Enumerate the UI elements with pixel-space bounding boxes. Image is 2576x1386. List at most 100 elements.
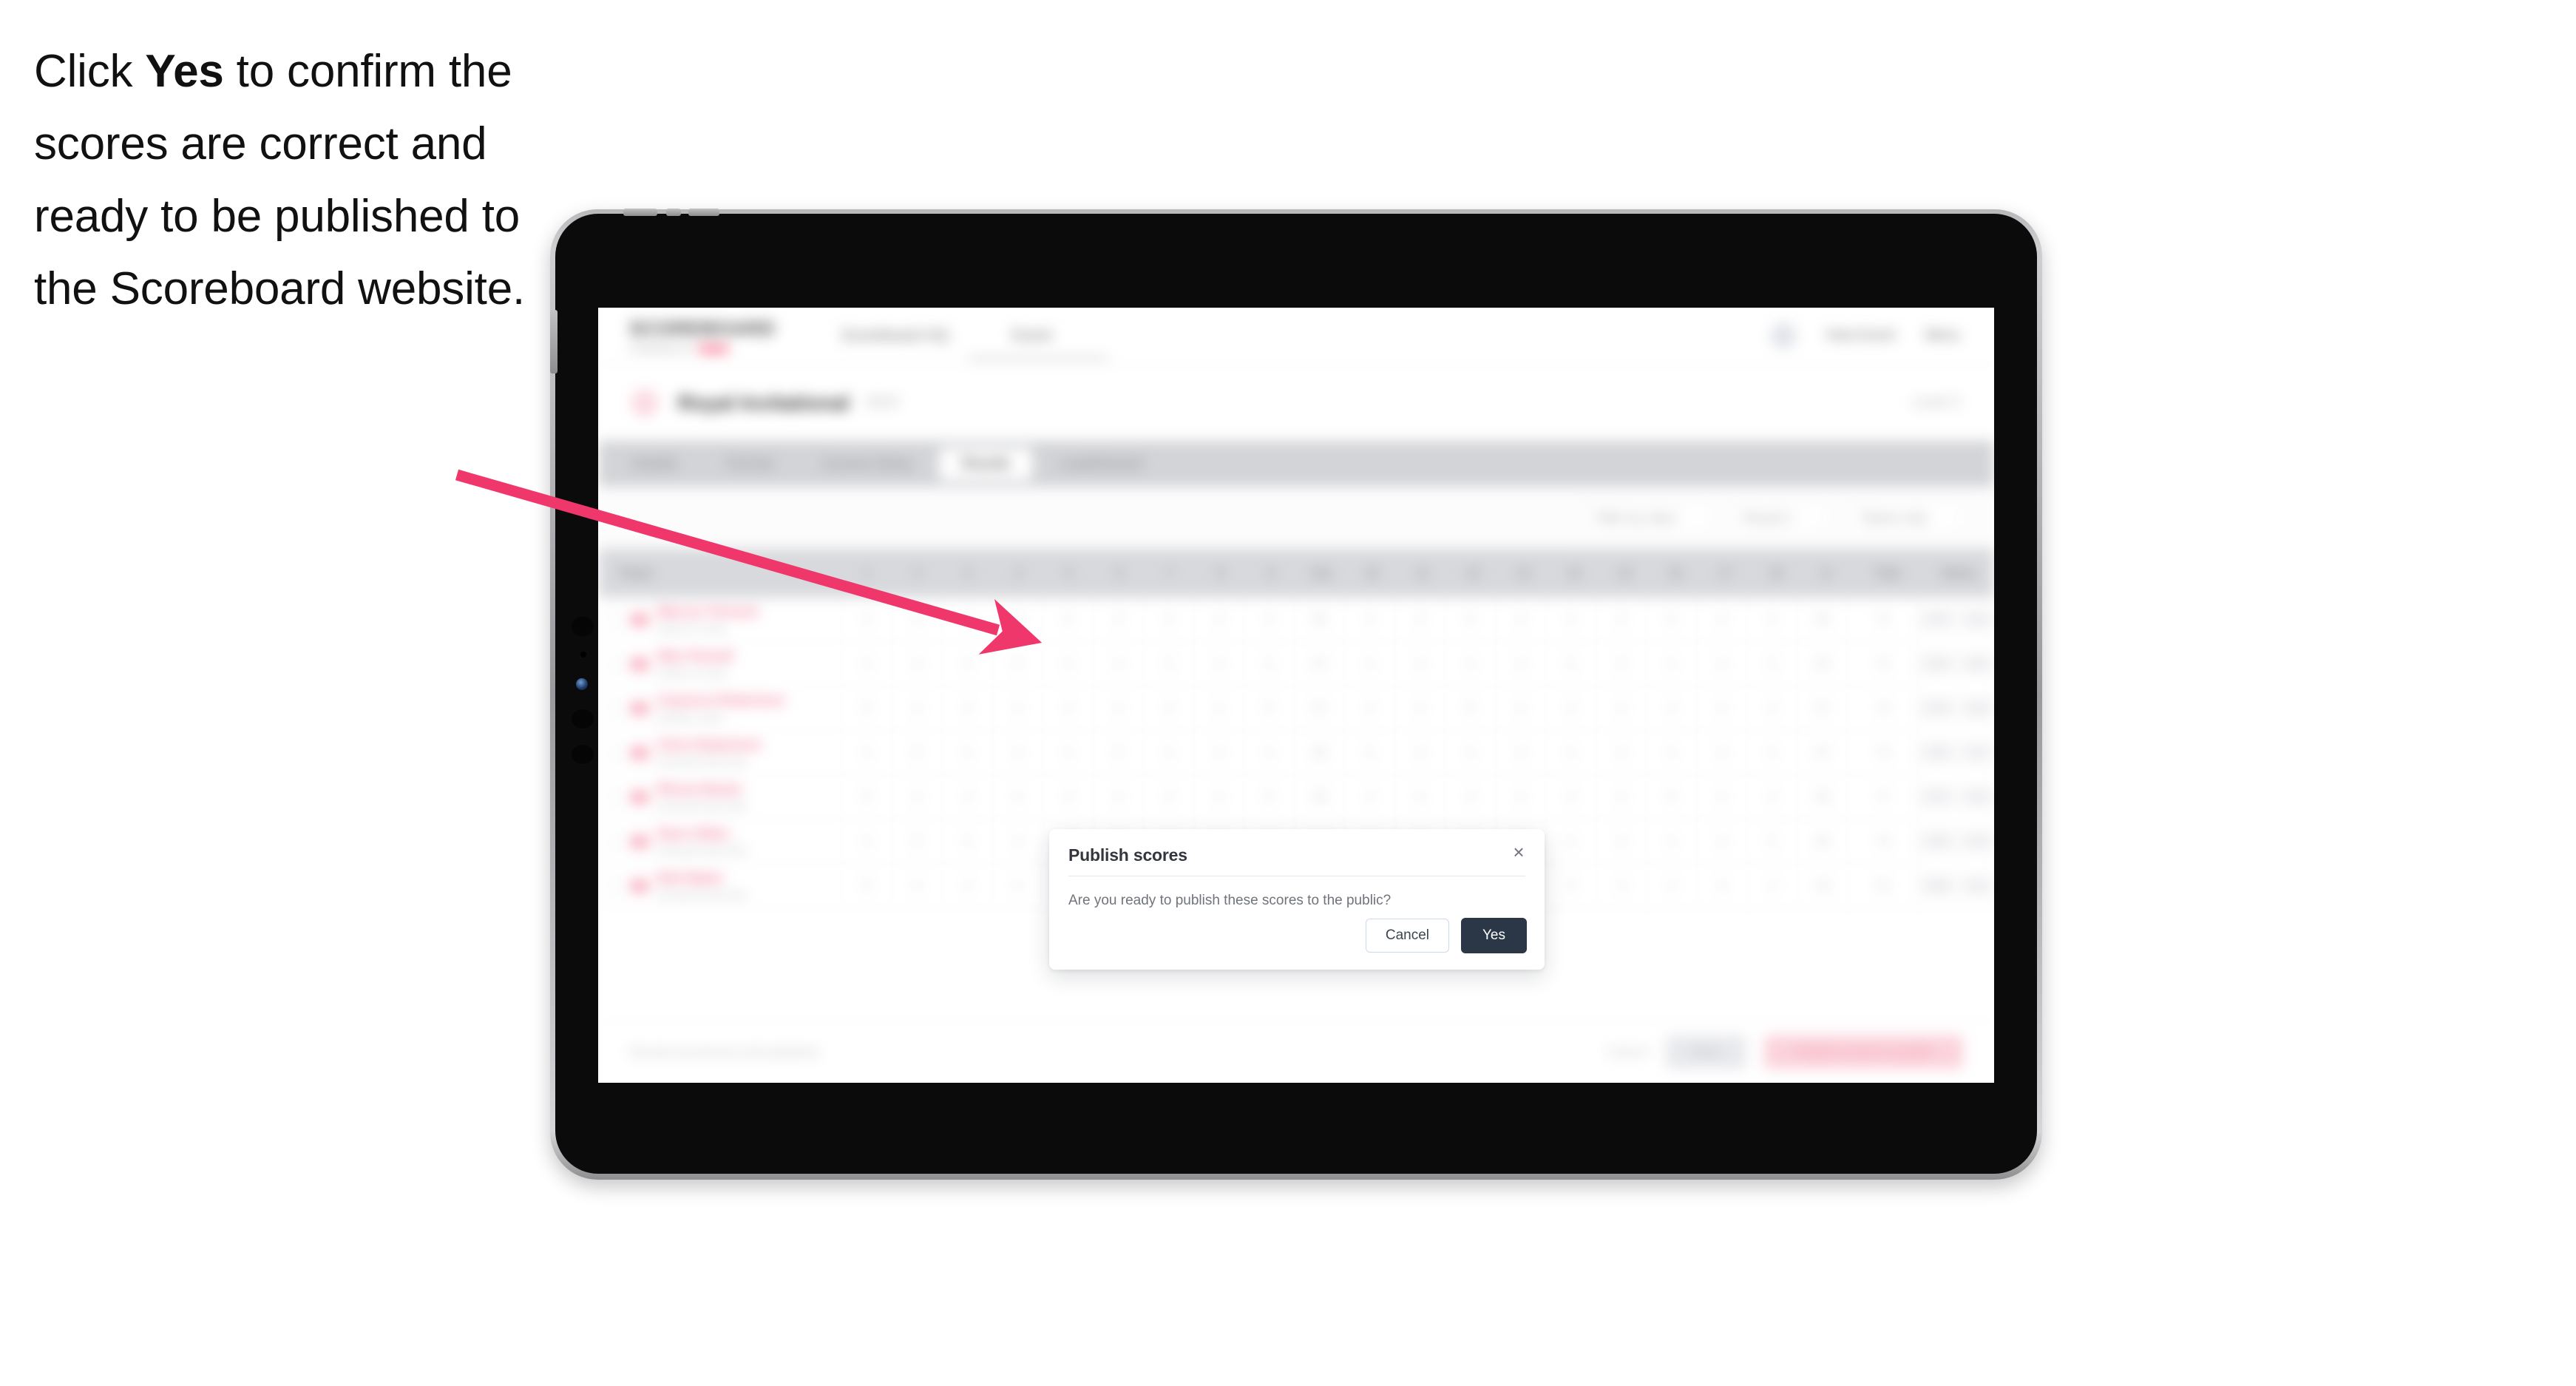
row-checkbox[interactable] xyxy=(606,655,622,672)
volume-up-button[interactable] xyxy=(666,209,681,216)
caption-before: Click xyxy=(34,46,146,97)
score-cell: 4 xyxy=(1596,731,1647,774)
score-cell: 4 xyxy=(1647,819,1697,863)
event-year: 2024 xyxy=(865,394,899,410)
topnav-link-scoreboard-hq[interactable]: Scoreboard HQ xyxy=(841,327,949,345)
out-total-cell: 39 xyxy=(1295,775,1345,819)
power-button[interactable] xyxy=(623,209,657,216)
row-checkbox[interactable] xyxy=(606,700,622,717)
score-cell: 4 xyxy=(1747,731,1797,774)
tablet-device: SCOREBOARD POWERED BY Scoreboard HQ Even… xyxy=(550,209,2042,1180)
brand-subtitle-text: POWERED BY xyxy=(629,343,695,354)
score-cell: 5 xyxy=(1747,819,1797,863)
score-cell: 4 xyxy=(1345,686,1395,730)
flag-icon xyxy=(631,657,648,670)
score-cell: 4 xyxy=(1194,775,1244,819)
player-club: Kinnoull Golf Club xyxy=(657,755,747,768)
player-cell: Rhona Bowie Kinnoull Golf Club xyxy=(598,775,842,819)
row-checkbox[interactable] xyxy=(606,611,622,628)
table-row[interactable]: Cameron Robertson Dunbar Links 5 4 4 4 4 4 4 3 5 37… xyxy=(598,686,1994,731)
score-cell: 4 xyxy=(1395,731,1445,774)
table-row[interactable]: Marcus Tennent Hazel Ct Club 4 5 3 4 5 3 4 4 4 36 4 3… xyxy=(598,598,1994,642)
score-cell: 4 xyxy=(1043,642,1094,686)
flag-icon xyxy=(631,746,648,759)
tab-details[interactable]: Details xyxy=(610,448,699,480)
footer-save-button[interactable]: Save xyxy=(1665,1035,1746,1069)
table-row[interactable]: Chris Robertson Kinnoull Golf Club 4 5 4 4 4 5 4… xyxy=(598,731,1994,775)
score-cell: 4 xyxy=(892,642,943,686)
row-checkbox[interactable] xyxy=(606,877,622,894)
column-header: 13 xyxy=(1499,549,1550,598)
indicator-led-icon xyxy=(576,678,588,690)
score-cell: 5 xyxy=(892,598,943,641)
in-total-cell: 40 xyxy=(1798,864,1848,907)
status-badge: +81 xyxy=(1919,876,1956,895)
topnav-view-event-link[interactable]: View Event xyxy=(1826,328,1896,344)
avatar[interactable] xyxy=(1770,323,1796,348)
tablet-screen: SCOREBOARD POWERED BY Scoreboard HQ Even… xyxy=(598,308,1994,1083)
score-cell: 4 xyxy=(842,819,892,863)
score-cell: 5 xyxy=(1244,775,1295,819)
column-header: 14 xyxy=(1549,549,1600,598)
flag-icon xyxy=(631,613,648,626)
player-cell: Bob Baker Kinnoull Golf Club xyxy=(598,864,842,907)
score-cell: 4 xyxy=(842,598,892,641)
event-level-badge: Level 3 xyxy=(1912,394,1961,410)
footer-note: Results provisional until published xyxy=(629,1044,819,1059)
column-header: Status xyxy=(1923,549,1994,598)
topnav-link-event[interactable]: Event xyxy=(1012,327,1052,345)
filter-label: Round 1 xyxy=(1743,510,1794,525)
score-cell: 4 xyxy=(1596,775,1647,819)
footer-publish-button[interactable]: Publish scores to public xyxy=(1763,1035,1963,1069)
score-cell: 5 xyxy=(1395,775,1445,819)
table-row[interactable]: Wyn Parnell Hazel Ct Club 4 4 4 5 4 4 3 4 5 37 4 4 4 4 5… xyxy=(598,642,1994,686)
status-cell: +72 -20 xyxy=(1919,598,1994,641)
total-cell: 77 xyxy=(1848,775,1919,819)
score-cell: 4 xyxy=(1445,731,1496,774)
column-header: Total xyxy=(1852,549,1923,598)
yes-button[interactable]: Yes xyxy=(1461,918,1527,953)
footer-cancel-link[interactable]: Cancel xyxy=(1607,1044,1648,1060)
player-text: Bob Baker Kinnoull Golf Club xyxy=(657,871,746,902)
chevron-down-icon: ⌄ xyxy=(1943,511,1952,524)
player-club: Dunbar Links xyxy=(657,711,723,724)
score-cell: 4 xyxy=(1496,686,1546,730)
filter-control-0[interactable]: Filter by class ⌄ xyxy=(1582,501,1715,534)
status-badge: +72 xyxy=(1919,655,1956,673)
flag-icon xyxy=(631,702,648,714)
score-cell: 4 xyxy=(1144,775,1194,819)
score-cell: 5 xyxy=(1547,864,1597,907)
score-cell: 4 xyxy=(993,598,1043,641)
in-total-cell: 36 xyxy=(1797,598,1848,641)
score-cell: 4 xyxy=(1345,598,1395,641)
row-checkbox[interactable] xyxy=(606,833,622,850)
ambient-sensor-icon xyxy=(580,652,586,657)
score-cell: 4 xyxy=(1647,864,1698,907)
table-row[interactable]: Rhona Bowie Kinnoull Golf Club 5 4 4 5 4 4 4 4 5 39… xyxy=(598,775,1994,819)
filter-control-2[interactable]: Teams only ⌄ xyxy=(1847,501,1965,534)
total-cell: 75 xyxy=(1848,731,1919,774)
player-cell: Chris Robertson Kinnoull Golf Club xyxy=(598,731,842,774)
column-header: Out xyxy=(1297,549,1347,598)
score-cell: 4 xyxy=(1144,686,1194,730)
footer-button-group: Cancel Save Publish scores to public xyxy=(1607,1035,1963,1069)
topnav-right-group: View Event Menu xyxy=(1770,323,1960,348)
row-checkbox[interactable] xyxy=(606,744,622,761)
topnav-menu-link[interactable]: Menu xyxy=(1925,328,1960,344)
score-cell: 4 xyxy=(1546,686,1596,730)
tab-format[interactable]: Format xyxy=(704,448,795,480)
filter-control-1[interactable]: Round 1 ⌄ xyxy=(1730,501,1831,534)
tab-course-setup[interactable]: Course Setup xyxy=(799,448,934,480)
tab-leaderboard[interactable]: Leaderboard xyxy=(1037,448,1165,480)
volume-down-button[interactable] xyxy=(688,209,719,216)
row-checkbox[interactable] xyxy=(606,788,622,805)
cancel-button[interactable]: Cancel xyxy=(1365,919,1449,953)
status-badge: -13 xyxy=(1959,832,1994,851)
score-cell: 4 xyxy=(1747,598,1797,641)
tab-results[interactable]: Results xyxy=(938,447,1033,480)
score-cell: 5 xyxy=(1546,642,1596,686)
player-name: Wyn Parnell xyxy=(657,648,733,663)
side-button[interactable] xyxy=(550,310,557,373)
brand-logo[interactable]: SCOREBOARD POWERED BY xyxy=(629,317,777,354)
close-icon[interactable]: × xyxy=(1508,841,1530,863)
